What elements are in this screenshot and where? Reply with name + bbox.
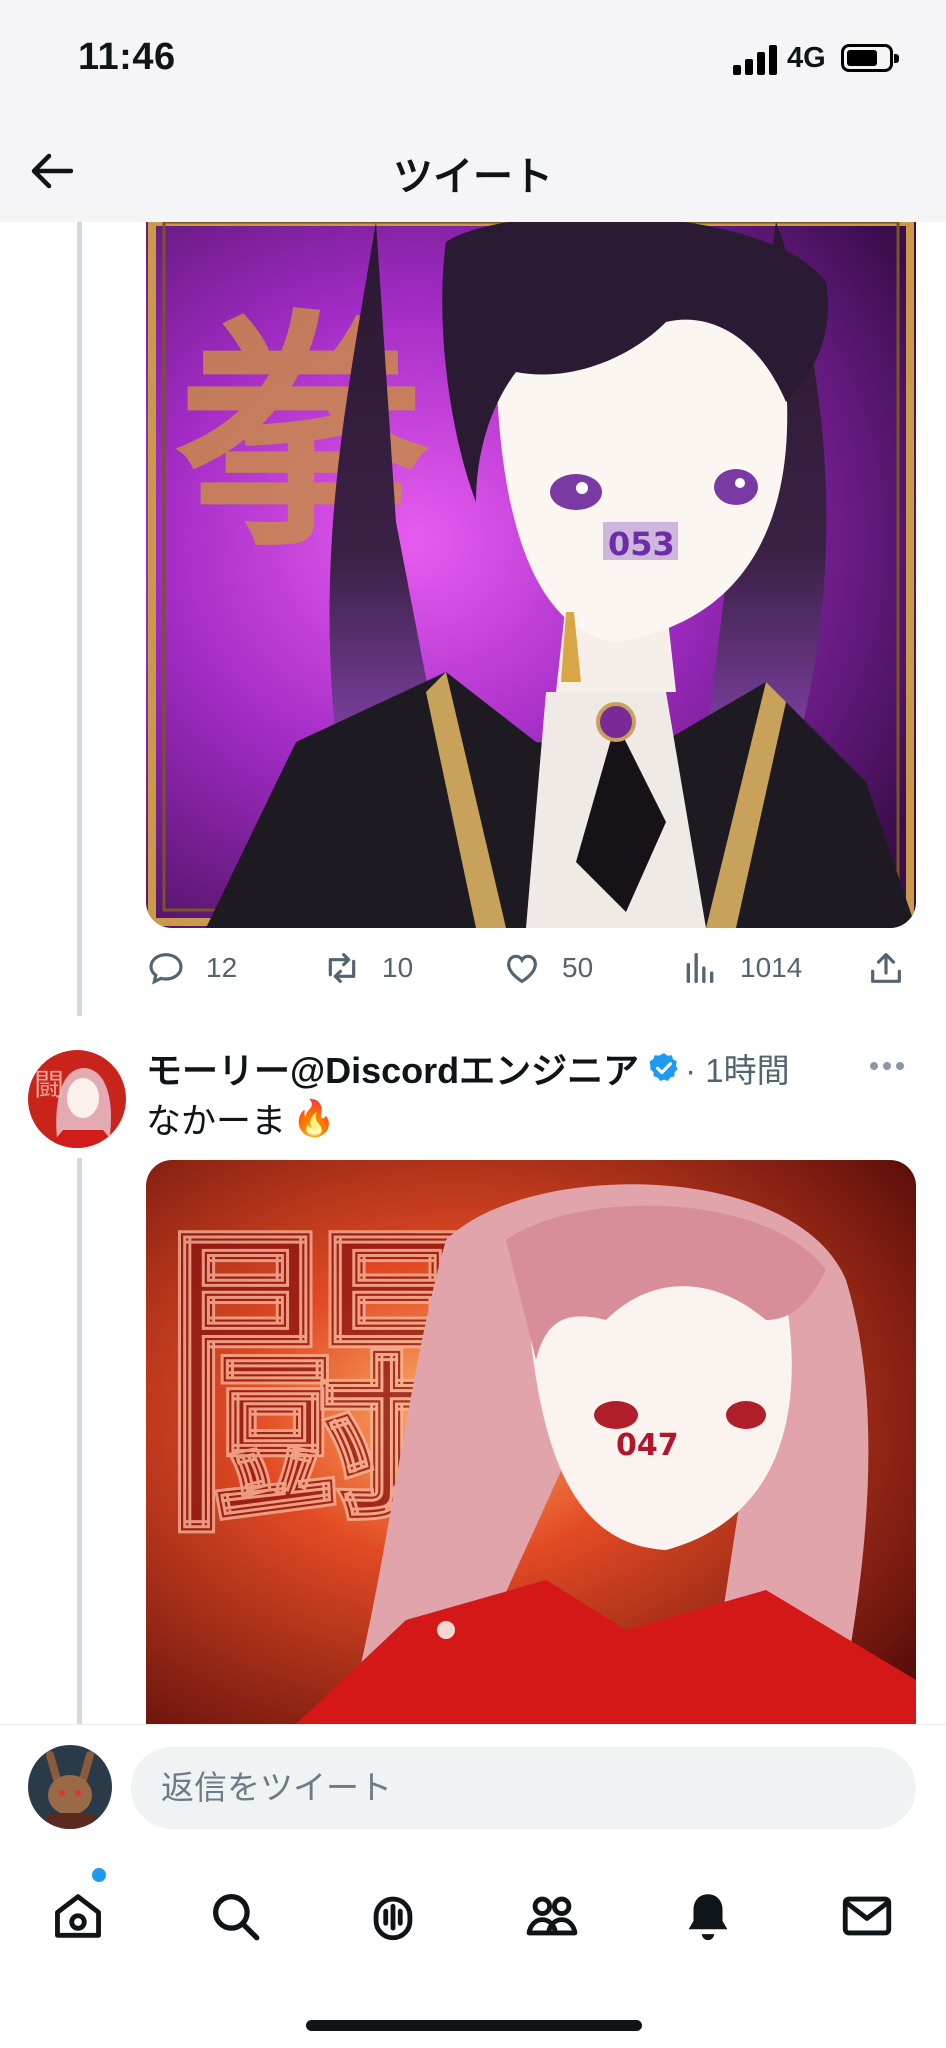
avatar[interactable]	[28, 1745, 112, 1829]
retweet-button[interactable]: 10	[322, 940, 413, 996]
reply-count: 12	[206, 952, 238, 983]
like-button[interactable]: 50	[502, 940, 593, 996]
heart-icon	[507, 954, 537, 984]
thread-line	[77, 1158, 82, 1724]
thread-line	[77, 222, 82, 1016]
tab-communities[interactable]	[512, 1876, 592, 1956]
views-button[interactable]: 1014	[680, 940, 802, 996]
tweet-image[interactable]: 闘 047	[146, 1160, 916, 1724]
page-title: ツイート	[393, 155, 553, 199]
tab-notifications[interactable]	[668, 1876, 748, 1956]
search-icon	[213, 1894, 260, 1941]
tweet-time[interactable]: · 1時間	[685, 1044, 790, 1092]
spaces-icon	[373, 1896, 413, 1941]
home-indicator	[306, 2020, 642, 2031]
tab-home[interactable]	[38, 1876, 118, 1956]
tab-spaces[interactable]	[353, 1876, 433, 1956]
verified-badge-icon	[649, 1053, 678, 1082]
tab-messages[interactable]	[827, 1876, 907, 1956]
tweet-image[interactable]: 拳 053	[146, 222, 916, 928]
status-bar: 11:46 4G	[0, 0, 946, 120]
home-icon	[55, 1894, 101, 1938]
like-count: 50	[562, 952, 594, 983]
display-name[interactable]: モーリー@Discordエンジニア	[146, 1042, 639, 1094]
reply-bar	[0, 1724, 946, 1848]
retweet-count: 10	[382, 952, 414, 983]
reply-button[interactable]: 12	[146, 940, 237, 996]
nav-header: ツイート	[0, 120, 946, 222]
tweet-body: なかーま	[146, 1102, 287, 1141]
notifications-icon	[688, 1894, 728, 1941]
status-time: 11:46	[78, 36, 176, 78]
network-label: 4G	[787, 42, 826, 74]
svg-text:闘: 闘	[34, 1068, 64, 1103]
more-icon	[870, 1062, 878, 1070]
avatar[interactable]: 闘	[28, 1050, 126, 1148]
media-badge: 053	[608, 525, 675, 563]
views-icon	[686, 953, 714, 983]
fire-emoji: 🔥	[292, 1099, 336, 1138]
more-button[interactable]	[870, 1054, 910, 1078]
communities-icon	[526, 1896, 578, 1936]
tab-bar	[0, 1848, 946, 2048]
share-button[interactable]	[866, 940, 906, 996]
notification-dot	[92, 1868, 106, 1882]
tweet-header: モーリー@Discordエンジニア · 1時間	[146, 1042, 916, 1094]
retweet-icon	[328, 953, 356, 983]
views-count: 1014	[740, 952, 803, 983]
signal-icon	[733, 45, 777, 75]
tweet-actions: 12 10 50 1014	[146, 940, 916, 996]
media-badge: 047	[616, 1428, 679, 1463]
tab-search[interactable]	[195, 1876, 275, 1956]
share-icon	[871, 953, 901, 983]
messages-icon	[842, 1896, 892, 1936]
battery-icon	[841, 44, 899, 72]
reply-icon	[149, 953, 183, 985]
tweet-text: なかーま 🔥	[146, 1093, 336, 1144]
reply-input[interactable]	[131, 1747, 916, 1829]
